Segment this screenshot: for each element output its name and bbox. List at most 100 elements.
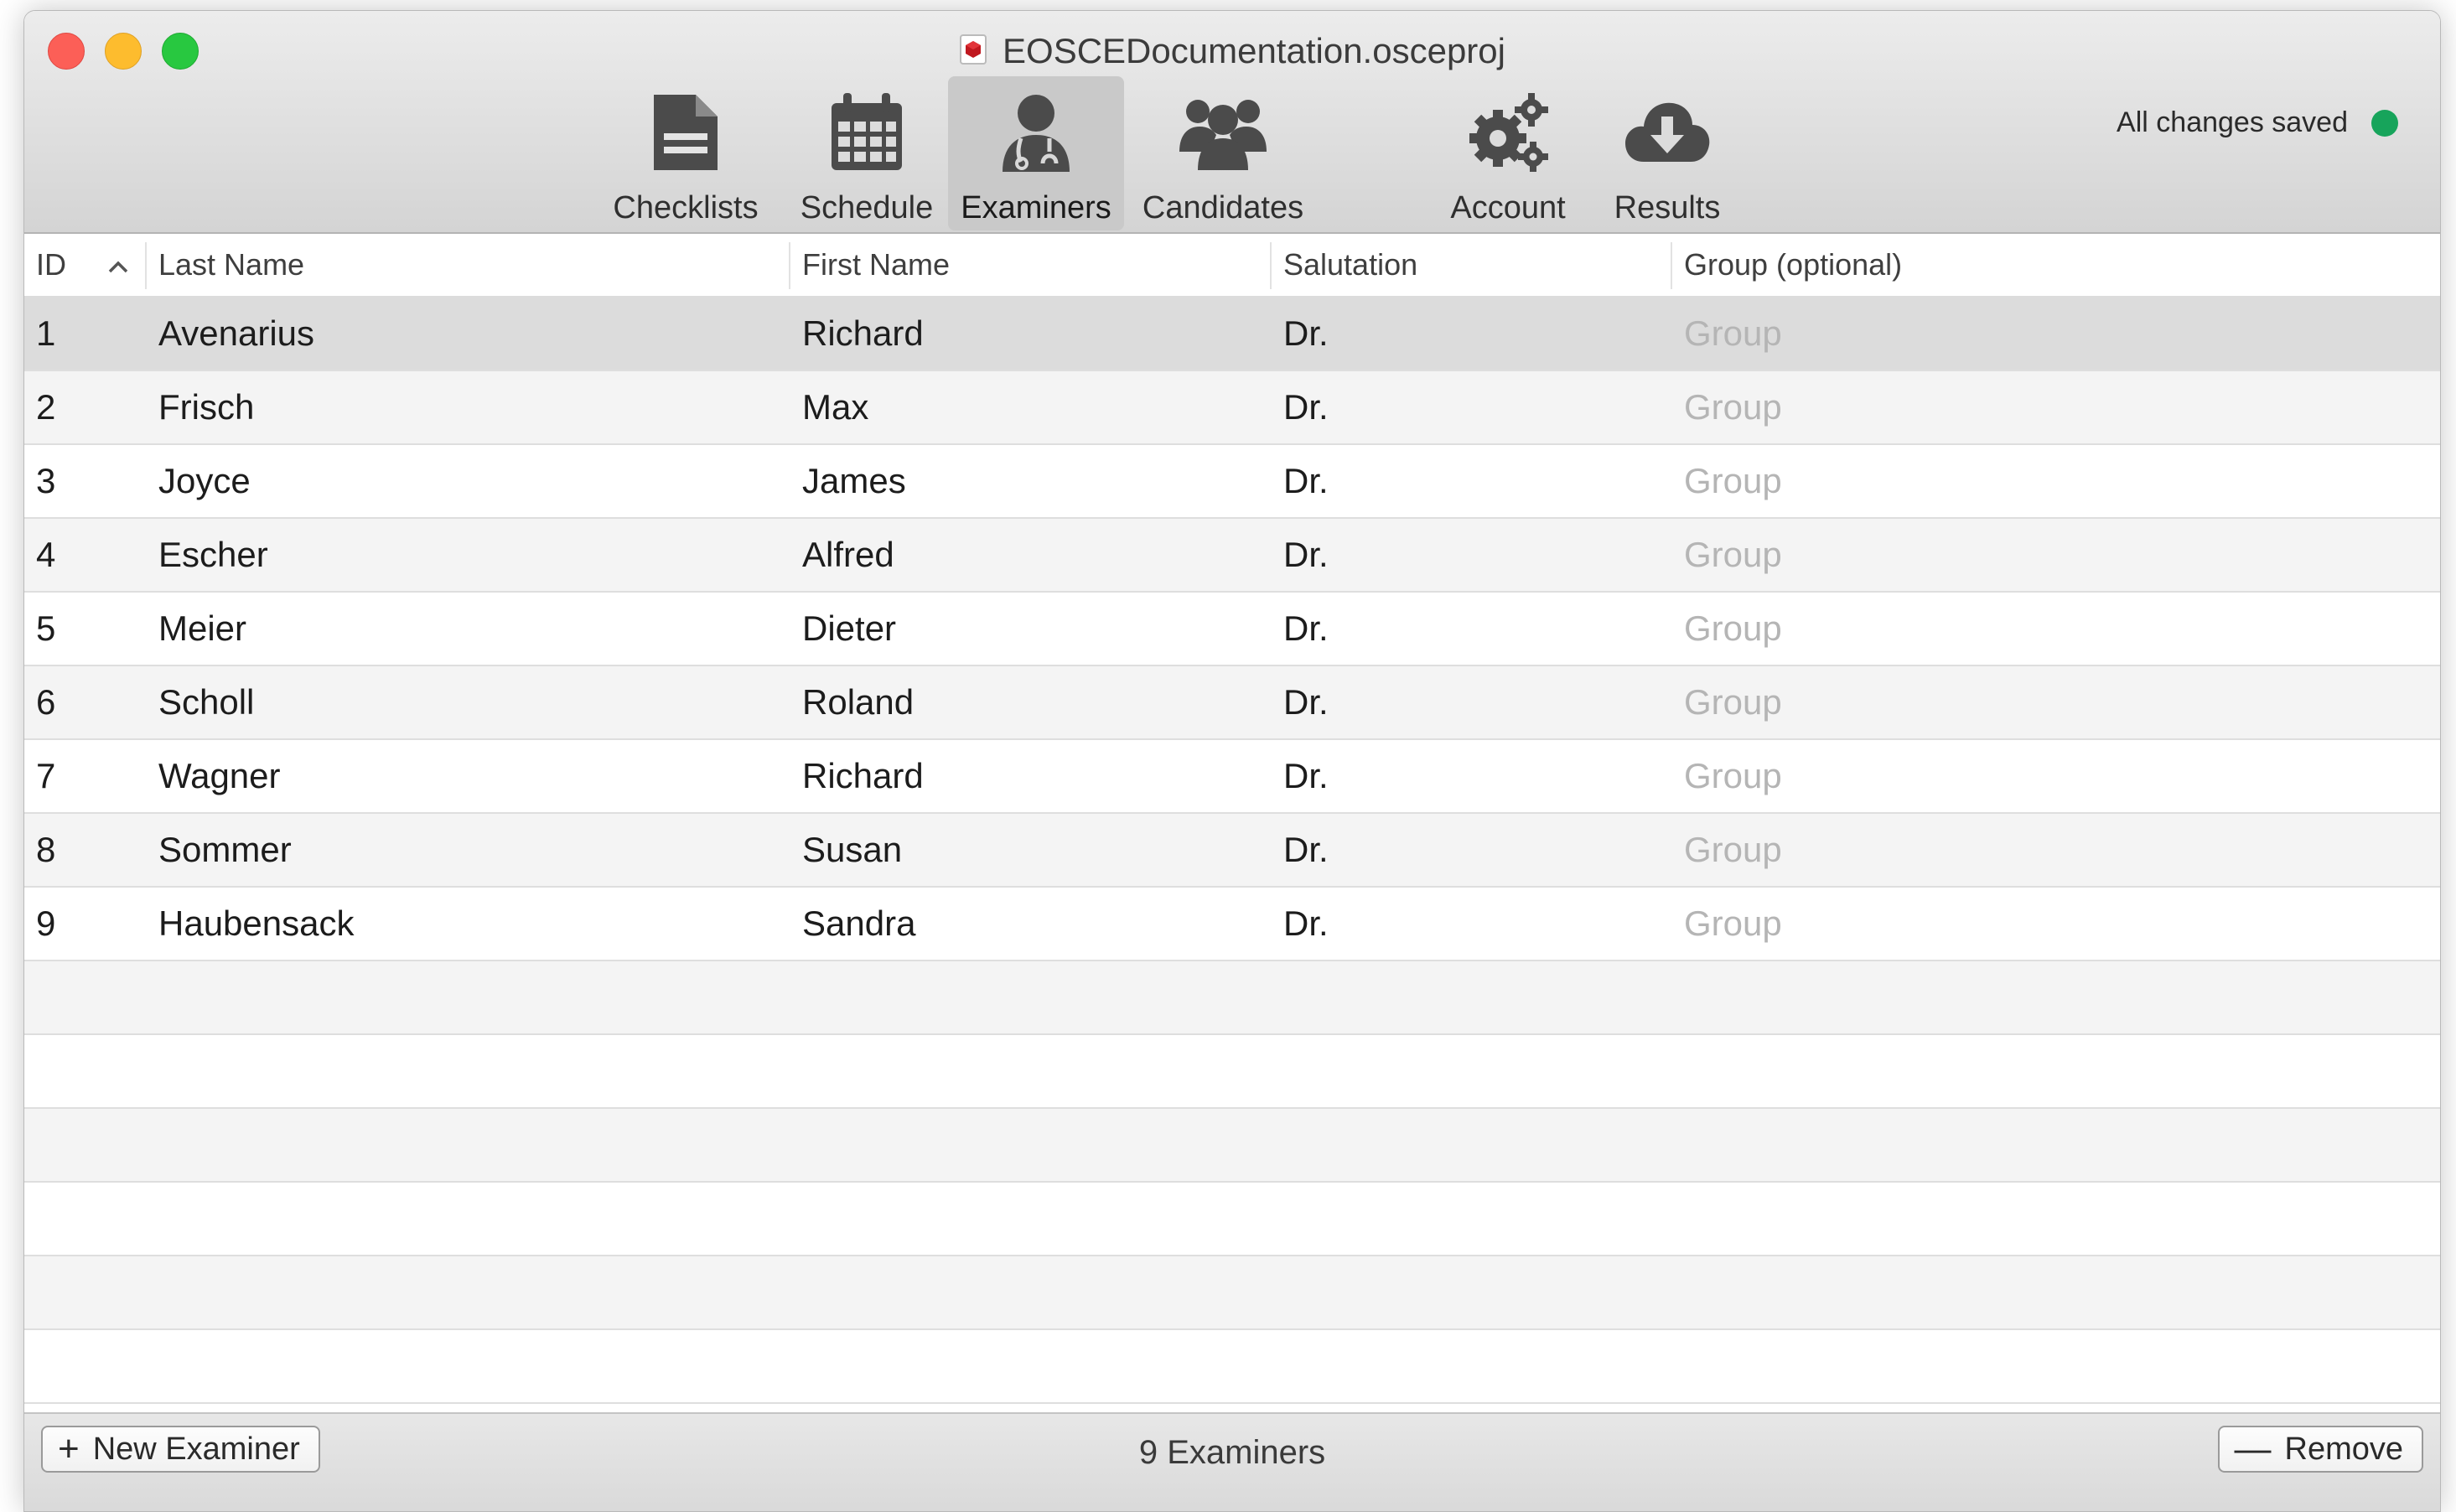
cell-last-name[interactable]: Frisch — [158, 371, 254, 443]
column-header-group[interactable]: Group (optional) — [1684, 234, 1902, 296]
group-icon — [1179, 86, 1267, 179]
cell-first-name[interactable]: Dieter — [802, 593, 896, 665]
cell-id: 5 — [36, 608, 56, 648]
cell-salutation[interactable]: Dr. — [1283, 888, 1329, 960]
table-header: ID Last Name First Name Salutation Group… — [24, 234, 2440, 298]
cell-first-name[interactable]: Susan — [802, 814, 902, 886]
column-divider[interactable] — [789, 242, 790, 289]
table-row[interactable]: 6 Scholl Roland Dr. Group — [24, 666, 2440, 740]
cell-first-name[interactable]: James — [802, 445, 906, 517]
cell-id: 6 — [36, 682, 56, 722]
cell-last-name[interactable]: Scholl — [158, 666, 254, 738]
cell-salutation[interactable]: Dr. — [1283, 593, 1329, 665]
cell-salutation[interactable]: Dr. — [1283, 740, 1329, 812]
minus-icon: — — [2234, 1428, 2272, 1469]
toolbar-results-label: Results — [1614, 190, 1721, 225]
cell-first-name[interactable]: Sandra — [802, 888, 915, 960]
toolbar-account[interactable]: Account — [1441, 76, 1575, 230]
cell-first-name[interactable]: Max — [802, 371, 868, 443]
cell-id: 2 — [36, 387, 56, 427]
examiner-count: 9 Examiners — [1138, 1434, 1326, 1471]
cell-group-placeholder[interactable]: Group — [1684, 888, 1782, 960]
cell-first-name[interactable]: Richard — [802, 298, 924, 370]
cell-salutation[interactable]: Dr. — [1283, 814, 1329, 886]
column-divider[interactable] — [1671, 242, 1672, 289]
cell-group-placeholder[interactable]: Group — [1684, 519, 1782, 591]
column-divider[interactable] — [145, 242, 147, 289]
cell-id: 8 — [36, 830, 56, 869]
column-header-first-name[interactable]: First Name — [802, 234, 950, 296]
empty-row — [24, 1109, 2440, 1183]
cell-salutation[interactable]: Dr. — [1283, 298, 1329, 370]
cell-group-placeholder[interactable]: Group — [1684, 814, 1782, 886]
toolbar-checklists[interactable]: Checklists — [611, 76, 760, 230]
cell-salutation[interactable]: Dr. — [1283, 519, 1329, 591]
cell-group-placeholder[interactable]: Group — [1684, 371, 1782, 443]
column-header-salutation[interactable]: Salutation — [1283, 234, 1417, 296]
table-row[interactable]: 7 Wagner Richard Dr. Group — [24, 740, 2440, 814]
cell-group-placeholder[interactable]: Group — [1684, 445, 1782, 517]
cell-id: 9 — [36, 904, 56, 943]
table-row[interactable]: 3 Joyce James Dr. Group — [24, 445, 2440, 519]
cell-id: 4 — [36, 535, 56, 574]
cell-last-name[interactable]: Joyce — [158, 445, 251, 517]
table-row[interactable]: 2 Frisch Max Dr. Group — [24, 371, 2440, 445]
empty-row — [24, 1035, 2440, 1109]
table-row[interactable]: 5 Meier Dieter Dr. Group — [24, 593, 2440, 666]
cell-id: 7 — [36, 756, 56, 795]
column-header-id[interactable]: ID — [36, 234, 66, 296]
cell-salutation[interactable]: Dr. — [1283, 445, 1329, 517]
column-divider[interactable] — [1270, 242, 1272, 289]
cell-first-name[interactable]: Richard — [802, 740, 924, 812]
toolbar-checklists-label: Checklists — [613, 190, 759, 225]
table-row[interactable]: 1 Avenarius Richard Dr. Group — [24, 298, 2440, 371]
cell-group-placeholder[interactable]: Group — [1684, 740, 1782, 812]
toolbar-candidates-label: Candidates — [1142, 190, 1304, 225]
cell-salutation[interactable]: Dr. — [1283, 371, 1329, 443]
toolbar-schedule[interactable]: Schedule — [795, 76, 938, 230]
toolbar-account-label: Account — [1450, 190, 1566, 225]
toolbar-examiners-label: Examiners — [961, 190, 1111, 225]
table-row[interactable]: 9 Haubensack Sandra Dr. Group — [24, 888, 2440, 961]
table-row[interactable]: 8 Sommer Susan Dr. Group — [24, 814, 2440, 888]
table-row[interactable]: 4 Escher Alfred Dr. Group — [24, 519, 2440, 593]
cell-last-name[interactable]: Sommer — [158, 814, 292, 886]
project-file-icon — [959, 30, 987, 77]
cell-salutation[interactable]: Dr. — [1283, 666, 1329, 738]
cloud-download-icon — [1624, 86, 1711, 179]
sort-ascending-icon[interactable] — [106, 234, 130, 296]
cell-group-placeholder[interactable]: Group — [1684, 666, 1782, 738]
bottom-bar: + New Examiner 9 Examiners — Remove — [24, 1412, 2440, 1511]
doctor-icon — [996, 86, 1076, 179]
cell-last-name[interactable]: Escher — [158, 519, 268, 591]
gears-icon — [1466, 86, 1550, 179]
toolbar-schedule-label: Schedule — [800, 190, 934, 225]
cell-first-name[interactable]: Roland — [802, 666, 914, 738]
save-status-text: All changes saved — [2117, 106, 2348, 138]
empty-row — [24, 1183, 2440, 1256]
cell-first-name[interactable]: Alfred — [802, 519, 894, 591]
cell-last-name[interactable]: Meier — [158, 593, 246, 665]
examiners-table: 1 Avenarius Richard Dr. Group 2 Frisch M… — [24, 298, 2440, 1404]
cell-last-name[interactable]: Haubensack — [158, 888, 354, 960]
cell-group-placeholder[interactable]: Group — [1684, 593, 1782, 665]
toolbar-results[interactable]: Results — [1600, 76, 1734, 230]
cell-last-name[interactable]: Wagner — [158, 740, 281, 812]
toolbar-candidates[interactable]: Candidates — [1135, 76, 1311, 230]
cell-group-placeholder[interactable]: Group — [1684, 298, 1782, 370]
cell-last-name[interactable]: Avenarius — [158, 298, 314, 370]
document-icon — [650, 86, 721, 179]
toolbar-examiners[interactable]: Examiners — [948, 76, 1124, 230]
app-window: EOSCEDocumentation.osceproj Checklists S… — [23, 10, 2441, 1512]
cell-id: 1 — [36, 313, 56, 353]
empty-row — [24, 961, 2440, 1035]
window-title-bar: EOSCEDocumentation.osceproj — [24, 28, 2440, 77]
empty-row — [24, 1256, 2440, 1330]
window-title: EOSCEDocumentation.osceproj — [1003, 31, 1505, 70]
toolbar: EOSCEDocumentation.osceproj Checklists S… — [24, 11, 2440, 234]
save-status: All changes saved — [2117, 106, 2398, 139]
column-header-last-name[interactable]: Last Name — [158, 234, 304, 296]
remove-label: Remove — [2284, 1431, 2404, 1467]
remove-button[interactable]: — Remove — [2217, 1426, 2423, 1473]
calendar-icon — [828, 86, 905, 179]
